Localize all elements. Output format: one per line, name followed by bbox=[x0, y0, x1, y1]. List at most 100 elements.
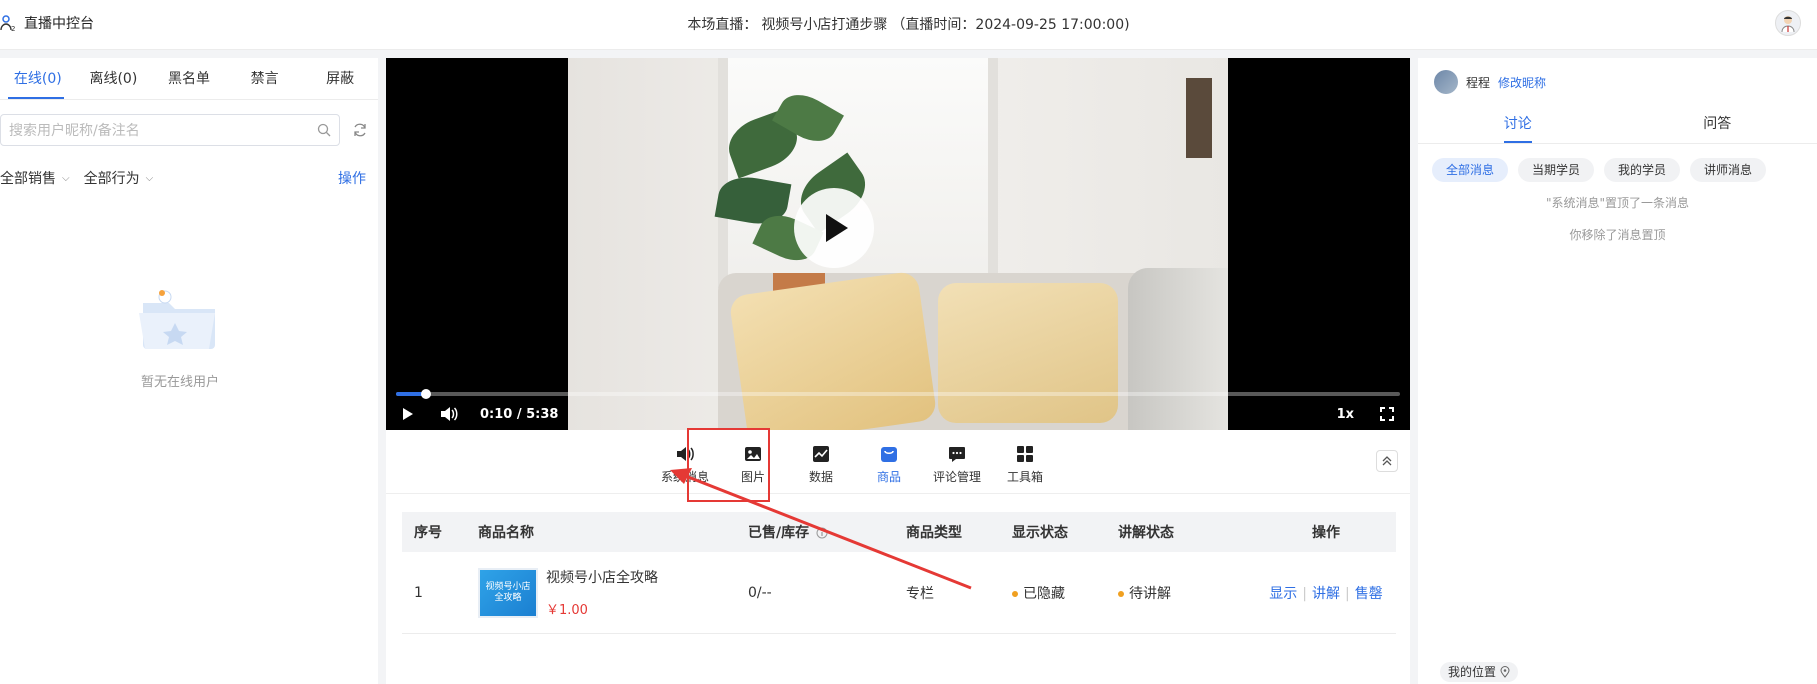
play-icon bbox=[403, 408, 413, 420]
empty-text: 暂无在线用户 bbox=[140, 375, 219, 390]
tab-blacklist[interactable]: 黑名单 bbox=[151, 58, 227, 99]
col-display-header: 显示状态 bbox=[1012, 525, 1068, 541]
tab-discussion[interactable]: 讨论 bbox=[1418, 104, 1618, 143]
progress-knob[interactable] bbox=[421, 389, 432, 399]
fullscreen-icon bbox=[1380, 407, 1394, 421]
chip-my-students[interactable]: 我的学员 bbox=[1604, 158, 1681, 182]
account-avatar[interactable] bbox=[1775, 10, 1801, 36]
tab-offline[interactable]: 离线(0) bbox=[76, 58, 152, 99]
avatar bbox=[1434, 70, 1458, 94]
user-avatar-icon bbox=[1781, 16, 1795, 32]
search-placeholder: 搜索用户昵称/备注名 bbox=[9, 123, 140, 139]
chart-icon bbox=[813, 446, 829, 462]
live-prefix: 本场直播： bbox=[687, 17, 758, 33]
row-actions: 显示 | 讲解 | 售罄 bbox=[1256, 583, 1396, 603]
system-notice: 你移除了消息置顶 bbox=[1569, 228, 1666, 242]
chat-panel: 程程 修改昵称 讨论 问答 全部消息 当期学员 我的学员 讲师消息 "系统消息"… bbox=[1418, 58, 1817, 684]
status-dot bbox=[1012, 590, 1018, 597]
volume-icon bbox=[441, 407, 458, 421]
col-stock-label: 已售/库存 bbox=[748, 525, 810, 541]
explain-button[interactable]: 讲解 bbox=[1312, 586, 1340, 602]
fullscreen-button[interactable] bbox=[1380, 404, 1394, 424]
tool-toolbox[interactable]: 工具箱 bbox=[997, 444, 1053, 485]
top-bar: 2 直播中控台 本场直播： 视频号小店打通步骤 （直播时间：2024-09-25 1… bbox=[0, 0, 1817, 50]
col-stock-header: 已售/库存 bbox=[736, 522, 894, 542]
tool-label: 评论管理 bbox=[932, 470, 981, 484]
live-time: （直播时间：2024-09-25 17:00:00) bbox=[891, 17, 1130, 33]
refresh-icon[interactable] bbox=[352, 122, 368, 138]
play-button[interactable] bbox=[402, 404, 414, 424]
row-sold-stock: 0/-- bbox=[748, 584, 772, 601]
scene-wall-art bbox=[1186, 78, 1212, 158]
col-type-header: 商品类型 bbox=[906, 525, 962, 541]
product-table: 序号 商品名称 已售/库存 商品类型 显示状态 讲解状态 操作 1 视频号小店 … bbox=[402, 512, 1396, 634]
big-play-button[interactable] bbox=[794, 188, 874, 268]
row-type: 专栏 bbox=[906, 585, 934, 602]
chat-tabs: 讨论 问答 bbox=[1418, 104, 1817, 144]
row-explain-status: 待讲解 bbox=[1106, 583, 1256, 603]
behavior-filter-dropdown[interactable]: 全部行为 ⌵ bbox=[84, 168, 154, 188]
chevron-down-icon: ⌵ bbox=[62, 172, 70, 184]
col-actions-header: 操作 bbox=[1312, 525, 1340, 541]
sales-filter-label: 全部销售 bbox=[0, 171, 56, 187]
play-icon bbox=[826, 214, 848, 242]
user-panel: 在线(0) 离线(0) 黑名单 禁言 屏蔽 搜索用户昵称/备注名 全部销售 ⌵ 全… bbox=[0, 58, 378, 684]
location-button[interactable]: 我的位置 bbox=[1440, 662, 1519, 682]
show-button[interactable]: 显示 bbox=[1269, 586, 1297, 602]
status-dot bbox=[1118, 590, 1124, 597]
tool-label: 工具箱 bbox=[1006, 470, 1043, 484]
empty-state: 暂无在线用户 bbox=[120, 283, 240, 390]
chip-current-students[interactable]: 当期学员 bbox=[1518, 158, 1595, 182]
table-row: 1 视频号小店 全攻略 视频号小店全攻略 ￥1.00 0/-- 专栏 已隐藏 待… bbox=[402, 552, 1396, 634]
video-player[interactable]: 0:10 / 5:38 1x bbox=[386, 58, 1410, 430]
comment-icon bbox=[949, 447, 965, 462]
progress-bar[interactable] bbox=[396, 389, 1400, 399]
location-label: 我的位置 bbox=[1448, 665, 1497, 679]
collapse-button[interactable] bbox=[1376, 450, 1398, 472]
toolbox-icon bbox=[1017, 446, 1033, 462]
message-filters: 全部消息 当期学员 我的学员 讲师消息 bbox=[1432, 158, 1776, 182]
tab-online[interactable]: 在线(0) bbox=[0, 58, 76, 99]
tool-data[interactable]: 数据 bbox=[793, 444, 849, 485]
edit-nickname-link[interactable]: 修改昵称 bbox=[1498, 74, 1546, 91]
table-header: 序号 商品名称 已售/库存 商品类型 显示状态 讲解状态 操作 bbox=[402, 512, 1396, 552]
scene-cushion bbox=[938, 283, 1118, 423]
username: 程程 bbox=[1466, 75, 1491, 90]
operation-link[interactable]: 操作 bbox=[338, 168, 366, 188]
search-icon[interactable] bbox=[317, 123, 331, 137]
row-display-status: 已隐藏 bbox=[1000, 583, 1106, 603]
main-stage: 0:10 / 5:38 1x 系统消息 图片 数据 商品 评论管理 工具箱 序号… bbox=[386, 58, 1410, 684]
row-index: 1 bbox=[414, 584, 423, 601]
chevron-down-icon: ⌵ bbox=[145, 172, 154, 184]
info-icon[interactable] bbox=[816, 527, 828, 539]
product-thumbnail: 视频号小店 全攻略 bbox=[478, 567, 538, 618]
annotation-highlight-box bbox=[687, 428, 770, 502]
double-chevron-up-icon bbox=[1382, 456, 1392, 466]
col-name-header: 商品名称 bbox=[478, 525, 534, 541]
display-status-text: 已隐藏 bbox=[1023, 585, 1065, 602]
sales-filter-dropdown[interactable]: 全部销售 ⌵ bbox=[0, 168, 70, 188]
tool-bar: 系统消息 图片 数据 商品 评论管理 工具箱 bbox=[386, 430, 1410, 494]
empty-folder-icon bbox=[139, 290, 215, 349]
action-divider: | bbox=[1302, 585, 1307, 602]
col-index-header: 序号 bbox=[414, 525, 442, 541]
search-row: 搜索用户昵称/备注名 bbox=[0, 100, 378, 146]
filter-row: 全部销售 ⌵ 全部行为 ⌵ 操作 bbox=[0, 146, 378, 188]
tab-blocked[interactable]: 屏蔽 bbox=[302, 58, 378, 99]
tab-qa[interactable]: 问答 bbox=[1618, 104, 1817, 143]
live-info: 本场直播： 视频号小店打通步骤 （直播时间：2024-09-25 17:00:00) bbox=[0, 14, 1817, 34]
tab-muted[interactable]: 禁言 bbox=[227, 58, 303, 99]
chip-teacher-messages[interactable]: 讲师消息 bbox=[1690, 158, 1767, 182]
video-frame bbox=[568, 58, 1228, 430]
tool-label: 商品 bbox=[876, 470, 901, 484]
tool-comment-manage[interactable]: 评论管理 bbox=[929, 444, 985, 485]
sold-out-button[interactable]: 售罄 bbox=[1355, 586, 1383, 602]
product-price: ￥1.00 bbox=[546, 603, 588, 618]
system-notice: "系统消息"置顶了一条消息 bbox=[1545, 196, 1690, 210]
explain-status-text: 待讲解 bbox=[1129, 585, 1171, 602]
volume-button[interactable] bbox=[440, 404, 458, 424]
tool-product[interactable]: 商品 bbox=[861, 444, 917, 485]
user-search-input[interactable]: 搜索用户昵称/备注名 bbox=[0, 114, 340, 146]
speed-button[interactable]: 1x bbox=[1337, 404, 1354, 424]
chip-all-messages[interactable]: 全部消息 bbox=[1432, 158, 1509, 182]
